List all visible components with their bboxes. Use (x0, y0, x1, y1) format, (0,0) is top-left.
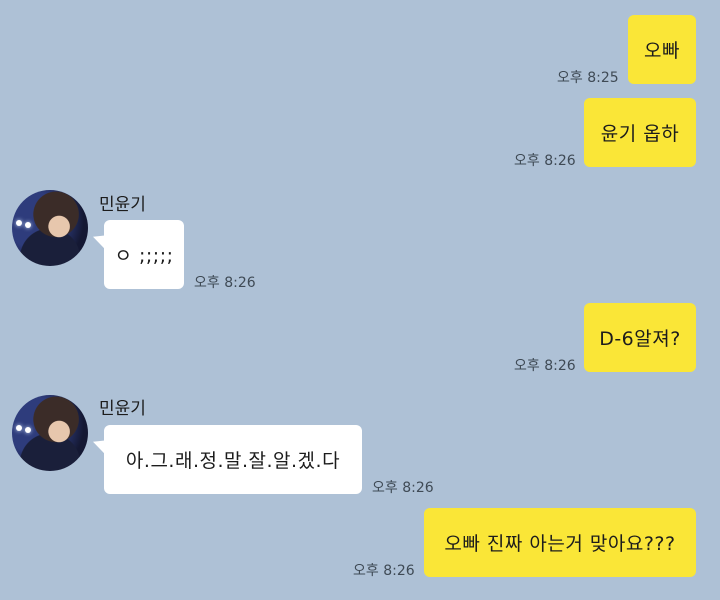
message-text: 윤기 옵하 (600, 123, 680, 145)
profile-avatar[interactable] (12, 190, 88, 266)
my-message-bubble[interactable]: 윤기 옵하 (584, 98, 696, 167)
message-time: 오후 8:25 (557, 70, 619, 86)
my-message-bubble[interactable]: D-6알져? (584, 303, 696, 372)
their-message-bubble[interactable]: ㅇ ;;;;; (104, 220, 184, 289)
message-text: ㅇ ;;;;; (114, 245, 174, 267)
message-text: D-6알져? (599, 328, 681, 350)
sparkle-dot (25, 427, 31, 433)
chat-room: 오빠 오후 8:25 윤기 옵하 오후 8:26 민윤기 ㅇ ;;;;; 오후 … (0, 0, 720, 600)
sparkle-dot (16, 425, 22, 431)
sender-name: 민윤기 (99, 195, 146, 215)
message-time: 오후 8:26 (514, 358, 576, 374)
their-message-bubble[interactable]: 아.그.래.정.말.잘.알.겠.다 (104, 425, 362, 494)
message-time: 오후 8:26 (194, 275, 256, 291)
message-text: 오빠 진짜 아는거 맞아요??? (444, 533, 676, 555)
profile-avatar[interactable] (12, 395, 88, 471)
sparkle-dot (25, 222, 31, 228)
message-time: 오후 8:26 (372, 480, 434, 496)
sparkle-dot (16, 220, 22, 226)
message-time: 오후 8:26 (514, 153, 576, 169)
message-time: 오후 8:26 (353, 563, 415, 579)
my-message-bubble[interactable]: 오빠 진짜 아는거 맞아요??? (424, 508, 696, 577)
message-text: 오빠 (644, 40, 680, 62)
message-text: 아.그.래.정.말.잘.알.겠.다 (125, 450, 341, 472)
sender-name: 민윤기 (99, 399, 146, 419)
my-message-bubble[interactable]: 오빠 (628, 15, 696, 84)
